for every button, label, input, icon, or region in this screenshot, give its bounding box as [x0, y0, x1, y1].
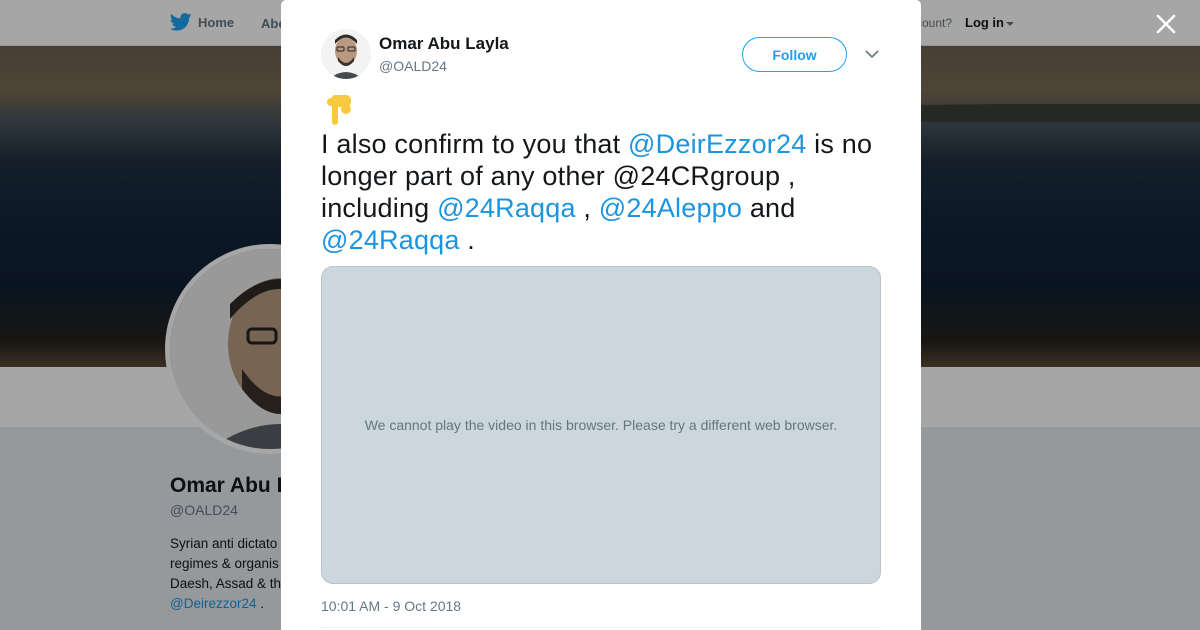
chevron-down-icon	[865, 50, 879, 59]
mention-link[interactable]: @DeirEzzor24	[628, 129, 806, 159]
tweet-timestamp[interactable]: 10:01 AM - 9 Oct 2018	[321, 598, 461, 614]
close-button[interactable]	[1152, 10, 1180, 38]
mention-link[interactable]: @24Raqqa	[437, 193, 576, 223]
author-photo	[321, 29, 371, 79]
tweet-text-part: I also confirm to you that	[321, 129, 629, 159]
more-options-button[interactable]	[864, 46, 880, 62]
divider	[321, 627, 881, 628]
follow-button[interactable]: Follow	[742, 37, 847, 72]
tweet-text-part: .	[459, 225, 476, 255]
tweet-text-part: ,	[575, 193, 599, 223]
author-avatar[interactable]	[321, 29, 371, 79]
video-unsupported-message: We cannot play the video in this browser…	[364, 417, 838, 433]
author-handle[interactable]: @OALD24	[379, 58, 447, 74]
pointing-down-emoji	[327, 95, 351, 125]
close-icon	[1156, 14, 1176, 34]
author-name[interactable]: Omar Abu Layla	[379, 34, 509, 54]
tweet-text-part: and	[742, 193, 796, 223]
video-player[interactable]: We cannot play the video in this browser…	[321, 266, 881, 584]
tweet-modal: Omar Abu Layla @OALD24 Follow I also con…	[281, 0, 921, 630]
mention-link[interactable]: @24Raqqa	[321, 225, 460, 255]
mention-link[interactable]: @24Aleppo	[599, 193, 742, 223]
tweet-text: I also confirm to you that @DeirEzzor24 …	[321, 128, 881, 256]
